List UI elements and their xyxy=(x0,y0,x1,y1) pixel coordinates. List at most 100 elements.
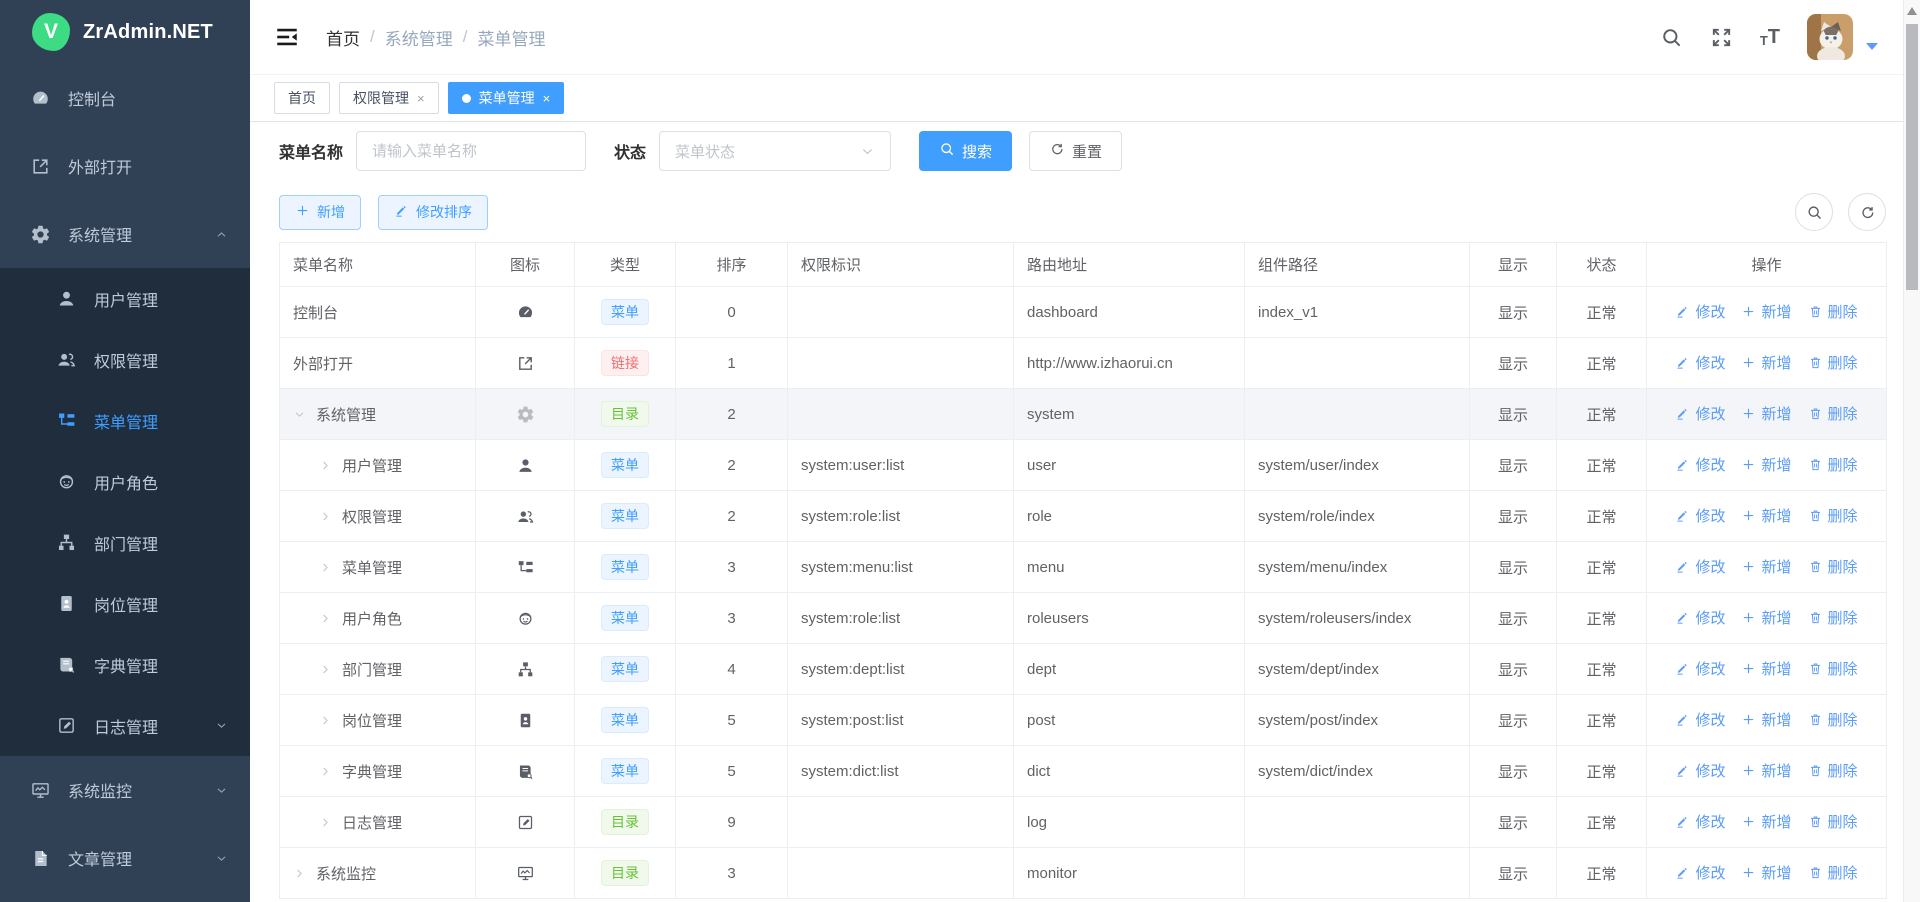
topbar: 首页/系统管理/菜单管理 TT xyxy=(250,0,1903,75)
edit-row-button[interactable]: 修改 xyxy=(1675,811,1725,832)
dashboard-icon xyxy=(516,303,535,322)
edit-row-button[interactable]: 修改 xyxy=(1675,709,1725,730)
pencil-icon xyxy=(1675,814,1690,829)
row-expand-icon[interactable] xyxy=(319,765,332,778)
edit-row-button[interactable]: 修改 xyxy=(1675,352,1725,373)
sidebar-item-权限管理[interactable]: 权限管理 xyxy=(0,329,250,390)
sidebar-item-用户管理[interactable]: 用户管理 xyxy=(0,268,250,329)
add-button[interactable]: 新增 xyxy=(279,195,361,230)
add-row-button[interactable]: 新增 xyxy=(1741,658,1791,679)
delete-row-button[interactable]: 删除 xyxy=(1808,403,1858,424)
cell-sort: 5 xyxy=(676,746,788,797)
scrollbar-thumb[interactable] xyxy=(1906,24,1918,290)
delete-row-button[interactable]: 删除 xyxy=(1808,811,1858,832)
add-row-button[interactable]: 新增 xyxy=(1741,811,1791,832)
scroll-up-icon[interactable] xyxy=(1907,7,1917,15)
row-expand-icon[interactable] xyxy=(319,816,332,829)
search-icon[interactable] xyxy=(1660,26,1683,49)
delete-row-button[interactable]: 删除 xyxy=(1808,301,1858,322)
row-expand-icon[interactable] xyxy=(319,561,332,574)
font-size-icon[interactable]: TT xyxy=(1760,27,1780,47)
sidebar-item-用户角色[interactable]: 用户角色 xyxy=(0,451,250,512)
sidebar-item-系统监控[interactable]: 系统监控 xyxy=(0,756,250,824)
edit-row-button[interactable]: 修改 xyxy=(1675,556,1725,577)
edit-row-button[interactable]: 修改 xyxy=(1675,760,1725,781)
monitor-icon xyxy=(516,864,535,883)
menu-name-input[interactable] xyxy=(356,131,586,171)
delete-row-button[interactable]: 删除 xyxy=(1808,709,1858,730)
delete-row-button[interactable]: 删除 xyxy=(1808,862,1858,883)
cell-operations: 修改新增删除 xyxy=(1647,440,1887,491)
edit-row-button[interactable]: 修改 xyxy=(1675,505,1725,526)
tab-菜单管理[interactable]: 菜单管理× xyxy=(448,82,565,114)
row-expand-icon[interactable] xyxy=(293,867,306,880)
sidebar-item-文章管理[interactable]: 文章管理 xyxy=(0,824,250,892)
cell-status: 正常 xyxy=(1557,644,1647,695)
cell-icon xyxy=(476,287,575,338)
status-select[interactable]: 菜单状态 xyxy=(659,131,891,171)
search-button[interactable]: 搜索 xyxy=(919,131,1012,171)
sidebar-item-菜单管理[interactable]: 菜单管理 xyxy=(0,390,250,451)
add-row-button[interactable]: 新增 xyxy=(1741,556,1791,577)
vertical-scrollbar[interactable] xyxy=(1903,0,1920,902)
sidebar-item-部门管理[interactable]: 部门管理 xyxy=(0,512,250,573)
add-row-button[interactable]: 新增 xyxy=(1741,352,1791,373)
refresh-table-button[interactable] xyxy=(1848,193,1886,231)
row-expand-icon[interactable] xyxy=(319,459,332,472)
add-row-button[interactable]: 新增 xyxy=(1741,607,1791,628)
edit-row-button[interactable]: 修改 xyxy=(1675,607,1725,628)
breadcrumb-item[interactable]: 首页 xyxy=(326,25,360,50)
cell-sort: 9 xyxy=(676,797,788,848)
delete-row-button[interactable]: 删除 xyxy=(1808,760,1858,781)
add-row-button[interactable]: 新增 xyxy=(1741,862,1791,883)
sidebar-item-控制台[interactable]: 控制台 xyxy=(0,64,250,132)
menu-table: 菜单名称图标类型排序权限标识路由地址组件路径显示状态操作 控制台菜单0dashb… xyxy=(279,242,1886,899)
plus-icon xyxy=(1741,457,1756,472)
delete-row-button[interactable]: 删除 xyxy=(1808,454,1858,475)
edit-row-button[interactable]: 修改 xyxy=(1675,862,1725,883)
reset-button[interactable]: 重置 xyxy=(1029,131,1122,171)
sidebar-item-系统管理[interactable]: 系统管理 xyxy=(0,200,250,268)
table-toolbar: 新增 修改排序 xyxy=(279,193,1886,231)
delete-row-button[interactable]: 删除 xyxy=(1808,352,1858,373)
cell-perms: system:dept:list xyxy=(788,644,1014,695)
add-row-button[interactable]: 新增 xyxy=(1741,403,1791,424)
row-expand-icon[interactable] xyxy=(319,714,332,727)
tab-close-icon[interactable]: × xyxy=(543,91,551,106)
sidebar-fold-icon[interactable] xyxy=(274,24,300,50)
row-expand-icon[interactable] xyxy=(319,510,332,523)
breadcrumb-item[interactable]: 系统管理 xyxy=(385,25,453,50)
edit-row-button[interactable]: 修改 xyxy=(1675,403,1725,424)
table-row: 菜单管理菜单3system:menu:listmenusystem/menu/i… xyxy=(280,542,1887,593)
add-row-button[interactable]: 新增 xyxy=(1741,505,1791,526)
avatar[interactable] xyxy=(1807,14,1853,60)
add-row-button[interactable]: 新增 xyxy=(1741,760,1791,781)
delete-row-button[interactable]: 删除 xyxy=(1808,658,1858,679)
edit-sort-button[interactable]: 修改排序 xyxy=(378,195,488,230)
delete-row-button[interactable]: 删除 xyxy=(1808,607,1858,628)
delete-row-button[interactable]: 删除 xyxy=(1808,505,1858,526)
sidebar-item-岗位管理[interactable]: 岗位管理 xyxy=(0,573,250,634)
add-row-button[interactable]: 新增 xyxy=(1741,709,1791,730)
row-expand-icon[interactable] xyxy=(319,663,332,676)
sidebar-item-日志管理[interactable]: 日志管理 xyxy=(0,695,250,756)
edit-row-button[interactable]: 修改 xyxy=(1675,658,1725,679)
pencil-icon xyxy=(1675,355,1690,370)
fullscreen-icon[interactable] xyxy=(1710,26,1733,49)
delete-row-button[interactable]: 删除 xyxy=(1808,556,1858,577)
tab-权限管理[interactable]: 权限管理× xyxy=(339,82,439,114)
tab-close-icon[interactable]: × xyxy=(417,91,425,106)
tab-首页[interactable]: 首页 xyxy=(274,82,330,114)
show-search-button[interactable] xyxy=(1795,193,1833,231)
sidebar-item-外部打开[interactable]: 外部打开 xyxy=(0,132,250,200)
cell-sort: 3 xyxy=(676,593,788,644)
type-tag: 菜单 xyxy=(601,503,649,530)
edit-row-button[interactable]: 修改 xyxy=(1675,454,1725,475)
add-row-button[interactable]: 新增 xyxy=(1741,301,1791,322)
sidebar-item-字典管理[interactable]: 字典管理 xyxy=(0,634,250,695)
avatar-caret-icon[interactable] xyxy=(1866,43,1878,50)
edit-row-button[interactable]: 修改 xyxy=(1675,301,1725,322)
row-expand-icon[interactable] xyxy=(319,612,332,625)
row-expand-icon[interactable] xyxy=(293,408,306,421)
add-row-button[interactable]: 新增 xyxy=(1741,454,1791,475)
